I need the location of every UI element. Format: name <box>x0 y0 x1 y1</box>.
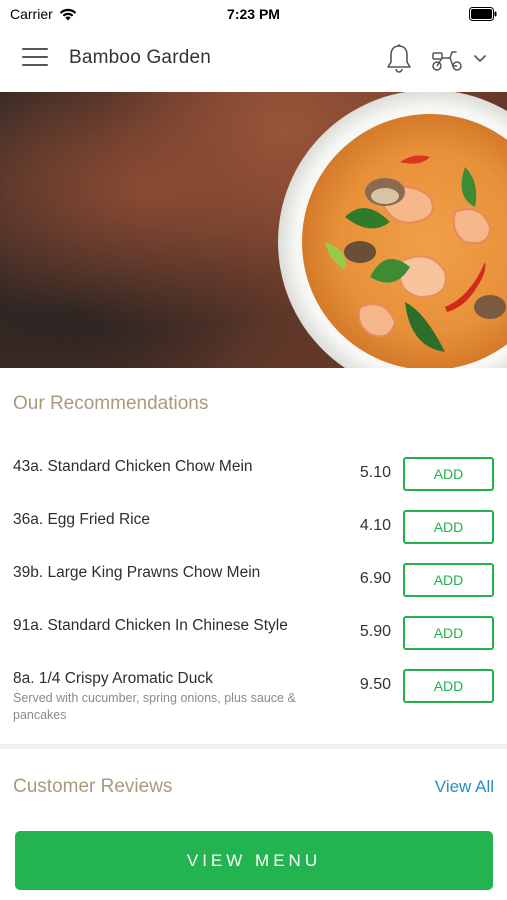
menu-button[interactable] <box>22 48 48 70</box>
menu-icon-line <box>22 48 48 50</box>
item-price: 5.10 <box>359 464 391 481</box>
delivery-scooter-icon[interactable] <box>430 47 464 73</box>
status-time: 7:23 PM <box>227 6 280 22</box>
menu-icon-line <box>22 64 48 66</box>
add-button[interactable]: ADD <box>403 563 494 597</box>
view-all-reviews-link[interactable]: View All <box>435 777 494 797</box>
item-name: 8a. 1/4 Crispy Aromatic Duck <box>13 670 213 687</box>
item-price: 6.90 <box>359 570 391 587</box>
list-item: 91a. Standard Chicken In Chinese Style 5… <box>0 609 507 662</box>
reviews-title: Customer Reviews <box>13 776 173 797</box>
recommendations-list: 43a. Standard Chicken Chow Mein 5.10 ADD… <box>0 450 507 715</box>
hero-banner <box>0 92 507 368</box>
item-name: 36a. Egg Fried Rice <box>13 511 150 528</box>
list-item: 43a. Standard Chicken Chow Mein 5.10 ADD <box>0 450 507 503</box>
add-button[interactable]: ADD <box>403 616 494 650</box>
chevron-down-icon[interactable] <box>472 52 488 66</box>
list-item: 36a. Egg Fried Rice 4.10 ADD <box>0 503 507 556</box>
add-button[interactable]: ADD <box>403 457 494 491</box>
item-name: 39b. Large King Prawns Chow Mein <box>13 564 261 581</box>
status-bar: Carrier 7:23 PM <box>0 0 507 28</box>
menu-icon-line <box>22 56 48 58</box>
item-price: 9.50 <box>359 676 391 693</box>
item-price: 4.10 <box>359 517 391 534</box>
item-description: Served with cucumber, spring onions, plu… <box>13 691 296 722</box>
recommendations-title: Our Recommendations <box>13 393 209 414</box>
tom-yum-soup-image <box>278 92 507 368</box>
add-button[interactable]: ADD <box>403 669 494 703</box>
section-divider <box>0 744 507 749</box>
app-header: Bamboo Garden <box>0 28 507 92</box>
view-menu-button[interactable]: VIEW MENU <box>15 831 493 890</box>
add-button[interactable]: ADD <box>403 510 494 544</box>
item-name: 43a. Standard Chicken Chow Mein <box>13 458 253 475</box>
restaurant-title: Bamboo Garden <box>69 47 212 68</box>
list-item: 39b. Large King Prawns Chow Mein 6.90 AD… <box>0 556 507 609</box>
bell-icon[interactable] <box>385 43 413 75</box>
item-price: 5.90 <box>359 623 391 640</box>
item-name: 91a. Standard Chicken In Chinese Style <box>13 617 288 634</box>
battery-icon <box>469 7 497 21</box>
